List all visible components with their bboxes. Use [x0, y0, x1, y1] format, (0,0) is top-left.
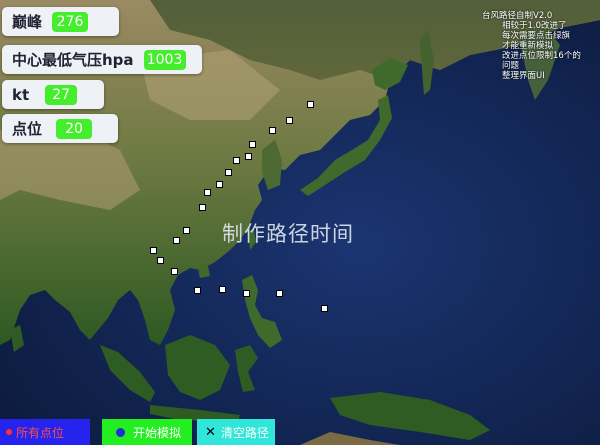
track-point — [225, 169, 232, 176]
info-note: 每次需要点击绿旗 — [502, 31, 571, 41]
peak-panel: 巅峰 276 — [2, 7, 119, 36]
points-value: 20 — [56, 118, 93, 139]
peak-value: 276 — [52, 11, 89, 32]
track-point — [249, 141, 256, 148]
clear-path-button[interactable]: ✕ 清空路径 — [197, 419, 275, 445]
info-note: 相较于1.0改进了 — [502, 21, 567, 31]
info-note: 整理界面UI — [502, 71, 545, 81]
info-note: 问题 — [502, 61, 520, 71]
track-point — [171, 268, 178, 275]
red-dot-icon — [6, 429, 12, 435]
peak-label: 巅峰 — [12, 13, 43, 31]
track-point — [276, 290, 283, 297]
track-point — [157, 257, 164, 264]
info-title: 台风路径自制V2.0 — [482, 11, 553, 21]
points-panel: 点位 20 — [2, 114, 118, 143]
track-point — [199, 204, 206, 211]
info-notes: 台风路径自制V2.0 相较于1.0改进了 每次需要点击绿旗 才能重新模拟 改进点… — [482, 11, 592, 81]
track-point — [286, 117, 293, 124]
x-icon: ✕ — [205, 424, 216, 440]
blue-dot-icon — [116, 427, 125, 437]
all-points-label: 所有点位 — [16, 425, 65, 440]
track-point — [183, 227, 190, 234]
info-note: 改进点位限制16个的 — [502, 51, 581, 61]
kt-panel: kt 27 — [2, 80, 104, 109]
track-point — [204, 189, 211, 196]
track-point — [219, 286, 226, 293]
info-notes-list: 相较于1.0改进了 每次需要点击绿旗 才能重新模拟 改进点位限制16个的 问题 … — [482, 21, 592, 81]
all-points-button[interactable]: 所有点位 — [0, 419, 90, 445]
pressure-panel: 中心最低气压hpa 1003 — [2, 45, 202, 74]
pressure-label: 中心最低气压hpa — [12, 51, 134, 69]
clear-label: 清空路径 — [220, 425, 269, 440]
track-point — [307, 101, 314, 108]
track-point — [269, 127, 276, 134]
pressure-value: 1003 — [143, 49, 186, 70]
start-simulation-button[interactable]: 开始模拟 — [102, 419, 192, 445]
track-point — [243, 290, 250, 297]
overlay-title: 制作路径时间 — [222, 222, 354, 246]
track-point — [233, 157, 240, 164]
kt-label: kt — [12, 85, 30, 104]
start-label: 开始模拟 — [133, 425, 182, 440]
info-note: 才能重新模拟 — [502, 41, 554, 51]
track-point — [150, 247, 157, 254]
track-point — [245, 153, 252, 160]
track-point — [194, 287, 201, 294]
track-point — [173, 237, 180, 244]
points-label: 点位 — [12, 120, 43, 138]
track-point — [216, 181, 223, 188]
kt-value: 27 — [45, 84, 78, 105]
track-point — [321, 305, 328, 312]
